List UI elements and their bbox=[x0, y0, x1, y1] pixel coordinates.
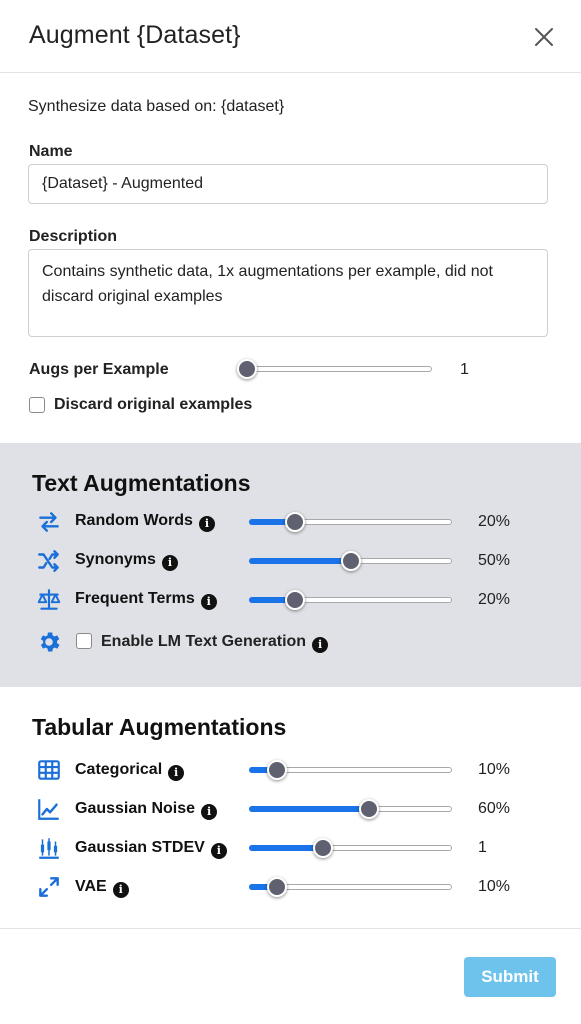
slider-thumb[interactable] bbox=[340, 551, 361, 571]
tabular-augmentations-title: Tabular Augmentations bbox=[32, 714, 287, 740]
candlestick-chart-icon bbox=[39, 838, 59, 859]
info-icon[interactable]: i bbox=[210, 843, 227, 859]
slider-fill bbox=[249, 845, 322, 851]
text-augmentations-title: Text Augmentations bbox=[32, 470, 251, 496]
frequent-terms-label: Frequent Terms i bbox=[75, 590, 217, 610]
gear-icon bbox=[40, 632, 60, 652]
lm-generation-label: Enable LM Text Generation i bbox=[101, 633, 329, 653]
description-textarea[interactable]: Contains synthetic data, 1x augmentation… bbox=[28, 249, 548, 337]
frequent-terms-value: 20% bbox=[478, 591, 511, 608]
submit-button[interactable]: Submit bbox=[464, 957, 556, 997]
random-words-slider[interactable] bbox=[249, 512, 452, 532]
vae-value: 10% bbox=[478, 878, 511, 895]
gaussian-stdev-value: 1 bbox=[478, 839, 487, 856]
info-icon[interactable]: i bbox=[200, 594, 217, 610]
gaussian-noise-slider[interactable] bbox=[249, 799, 452, 819]
dialog-header: Augment {Dataset} bbox=[0, 0, 581, 73]
close-icon[interactable] bbox=[532, 25, 556, 49]
discard-original-label: Discard original examples bbox=[54, 396, 253, 413]
lm-generation-checkbox[interactable] bbox=[76, 633, 92, 649]
gaussian-stdev-text: Gaussian STDEV bbox=[75, 839, 205, 856]
categorical-value: 10% bbox=[478, 761, 511, 778]
info-icon[interactable]: i bbox=[201, 804, 218, 820]
augs-per-example-label: Augs per Example bbox=[29, 361, 169, 378]
slider-thumb[interactable] bbox=[312, 838, 333, 858]
name-input[interactable] bbox=[28, 164, 548, 204]
slider-thumb[interactable] bbox=[266, 760, 287, 780]
synonyms-value: 50% bbox=[478, 552, 511, 569]
gaussian-noise-text: Gaussian Noise bbox=[75, 800, 196, 817]
vae-slider[interactable] bbox=[249, 877, 452, 897]
slider-thumb[interactable] bbox=[285, 590, 306, 610]
random-words-label: Random Words i bbox=[75, 512, 215, 532]
description-label: Description bbox=[29, 228, 118, 245]
categorical-slider[interactable] bbox=[249, 760, 452, 780]
text-augmentations-section: Text Augmentations Random Words i 20% Syn… bbox=[0, 443, 581, 687]
random-words-text: Random Words bbox=[75, 512, 193, 529]
swap-arrows-icon bbox=[39, 512, 59, 532]
scale-balance-icon bbox=[37, 589, 61, 610]
synonyms-label: Synonyms i bbox=[75, 551, 178, 571]
info-icon[interactable]: i bbox=[198, 516, 215, 532]
slider-thumb[interactable] bbox=[266, 877, 287, 897]
synonyms-text: Synonyms bbox=[75, 551, 156, 568]
random-words-value: 20% bbox=[478, 513, 511, 530]
gaussian-noise-value: 60% bbox=[478, 800, 511, 817]
categorical-text: Categorical bbox=[75, 761, 163, 778]
synonyms-slider[interactable] bbox=[249, 551, 452, 571]
grid-icon bbox=[38, 760, 60, 780]
augs-per-example-value: 1 bbox=[460, 361, 469, 378]
slider-thumb[interactable] bbox=[236, 359, 257, 379]
vae-label: VAE i bbox=[75, 878, 129, 898]
slider-thumb[interactable] bbox=[358, 799, 379, 819]
shuffle-icon bbox=[38, 550, 59, 572]
slider-thumb[interactable] bbox=[285, 512, 306, 532]
frequent-terms-slider[interactable] bbox=[249, 590, 452, 610]
dialog-title: Augment {Dataset} bbox=[29, 21, 241, 49]
discard-original-checkbox[interactable] bbox=[29, 397, 45, 413]
intro-text: Synthesize data based on: {dataset} bbox=[28, 98, 285, 115]
augs-per-example-slider[interactable] bbox=[236, 359, 432, 379]
name-label: Name bbox=[29, 143, 73, 160]
info-icon[interactable]: i bbox=[112, 882, 129, 898]
slider-fill bbox=[249, 806, 368, 812]
gaussian-noise-label: Gaussian Noise i bbox=[75, 800, 218, 820]
vae-text: VAE bbox=[75, 878, 107, 895]
lm-generation-text: Enable LM Text Generation bbox=[101, 633, 307, 650]
line-chart-icon bbox=[38, 799, 59, 820]
categorical-label: Categorical i bbox=[75, 761, 185, 781]
gaussian-stdev-label: Gaussian STDEV i bbox=[75, 839, 227, 859]
info-icon[interactable]: i bbox=[312, 637, 329, 653]
gaussian-stdev-slider[interactable] bbox=[249, 838, 452, 858]
expand-arrows-icon bbox=[39, 877, 59, 897]
info-icon[interactable]: i bbox=[161, 555, 178, 571]
frequent-terms-text: Frequent Terms bbox=[75, 590, 195, 607]
slider-fill bbox=[249, 558, 350, 564]
info-icon[interactable]: i bbox=[168, 765, 185, 781]
